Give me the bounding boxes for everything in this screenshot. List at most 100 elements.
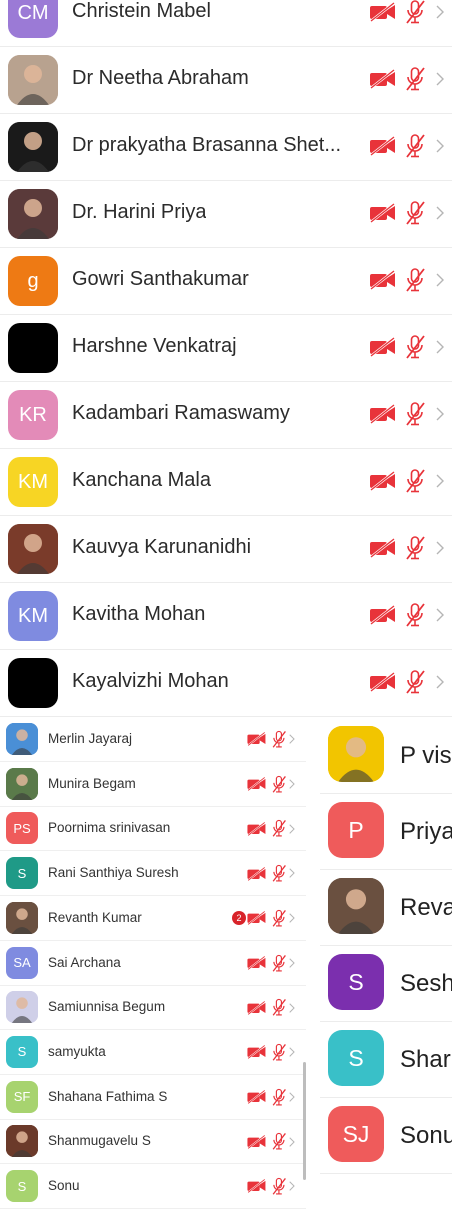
chevron-right-icon[interactable] — [436, 139, 444, 153]
participant-name: Gowri Santhakumar — [72, 268, 249, 290]
mic-off-icon[interactable] — [404, 535, 426, 561]
chevron-right-icon[interactable] — [436, 407, 444, 421]
video-off-icon[interactable] — [246, 776, 268, 792]
chevron-right-icon[interactable] — [436, 340, 444, 354]
participant-row[interactable]: Revanth Kumar 2 — [0, 897, 306, 941]
avatar-initials: SA — [13, 955, 31, 970]
participant-row[interactable]: KM Kavitha Mohan — [0, 583, 452, 650]
mic-off-icon[interactable] — [271, 730, 287, 749]
chevron-right-icon[interactable] — [289, 1136, 296, 1147]
mic-off-icon[interactable] — [271, 864, 287, 883]
participant-row[interactable]: Samiunnisa Begum — [0, 986, 306, 1031]
mic-off-icon[interactable] — [271, 775, 287, 794]
mic-off-icon[interactable] — [271, 1088, 287, 1107]
participant-row[interactable]: KM Kanchana Mala — [0, 449, 452, 516]
participant-row[interactable]: P Priya — [320, 794, 452, 870]
mic-off-icon[interactable] — [404, 66, 426, 92]
chevron-right-icon[interactable] — [436, 206, 444, 220]
chevron-right-icon[interactable] — [289, 958, 296, 968]
video-off-icon[interactable] — [246, 1044, 268, 1060]
video-off-icon[interactable] — [246, 821, 268, 837]
video-off-icon[interactable] — [368, 269, 398, 291]
mic-off-icon[interactable] — [404, 334, 426, 360]
video-off-icon[interactable] — [368, 135, 398, 157]
video-off-icon[interactable] — [246, 1000, 268, 1016]
mic-off-icon[interactable] — [271, 909, 287, 928]
participant-row[interactable]: Dr. Harini Priya — [0, 181, 452, 248]
mic-off-icon[interactable] — [404, 602, 426, 628]
participant-row[interactable]: Munira Begam — [0, 763, 306, 807]
mic-off-icon[interactable] — [271, 1132, 287, 1151]
video-off-icon[interactable] — [246, 1178, 268, 1194]
participant-row[interactable]: S Shar — [320, 1022, 452, 1098]
participant-row[interactable]: Harshne Venkatraj — [0, 315, 452, 382]
participant-name: Merlin Jayaraj — [48, 731, 133, 746]
chevron-right-icon[interactable] — [289, 824, 296, 834]
participant-row[interactable]: Reva — [320, 870, 452, 946]
mic-off-icon[interactable] — [271, 954, 287, 973]
chevron-right-icon[interactable] — [436, 541, 444, 555]
chevron-right-icon[interactable] — [436, 72, 444, 86]
chevron-right-icon[interactable] — [436, 273, 444, 287]
chevron-right-icon[interactable] — [289, 734, 296, 745]
avatar: S — [6, 857, 38, 890]
video-off-icon[interactable] — [246, 955, 268, 971]
video-off-icon[interactable] — [368, 1, 398, 23]
participant-row[interactable]: SF Shahana Fathima S — [0, 1076, 306, 1120]
mic-off-icon[interactable] — [404, 200, 426, 226]
video-off-icon[interactable] — [368, 403, 398, 425]
video-off-icon[interactable] — [368, 336, 398, 358]
chevron-right-icon[interactable] — [289, 1002, 296, 1013]
video-off-icon[interactable] — [368, 604, 398, 626]
mic-off-icon[interactable] — [271, 1043, 287, 1062]
chevron-right-icon[interactable] — [436, 608, 444, 622]
participant-row[interactable]: Dr Neetha Abraham — [0, 47, 452, 114]
participant-row[interactable]: P vis — [320, 718, 452, 794]
participant-row[interactable]: g Gowri Santhakumar — [0, 248, 452, 315]
chevron-right-icon[interactable] — [289, 1181, 296, 1192]
participant-row[interactable]: Kauvya Karunanidhi — [0, 516, 452, 583]
mic-off-icon[interactable] — [404, 468, 426, 494]
participant-row[interactable]: SJ Sonu — [320, 1098, 452, 1174]
participant-row[interactable]: S Rani Santhiya Suresh — [0, 852, 306, 897]
participant-row[interactable]: Merlin Jayaraj — [0, 718, 306, 762]
chat-badge: 2 — [232, 910, 246, 925]
video-off-icon[interactable] — [246, 910, 268, 926]
chevron-right-icon[interactable] — [289, 1092, 296, 1102]
video-off-icon[interactable] — [246, 1134, 268, 1150]
participant-row[interactable]: SA Sai Archana — [0, 942, 306, 986]
mic-off-icon[interactable] — [271, 998, 287, 1017]
participant-row[interactable]: Kayalvizhi Mohan — [0, 650, 452, 717]
video-off-icon[interactable] — [246, 1089, 268, 1105]
scrollbar[interactable] — [303, 1062, 306, 1180]
chevron-right-icon[interactable] — [289, 779, 296, 789]
avatar: SJ — [328, 1106, 384, 1162]
chevron-right-icon[interactable] — [436, 474, 444, 488]
mic-off-icon[interactable] — [404, 401, 426, 427]
participant-row[interactable]: Shanmugavelu S — [0, 1120, 306, 1165]
participant-row[interactable]: CM Christein Mabel — [0, 0, 452, 47]
mic-off-icon[interactable] — [404, 267, 426, 293]
mic-off-icon[interactable] — [404, 669, 426, 695]
video-off-icon[interactable] — [368, 537, 398, 559]
video-off-icon[interactable] — [246, 866, 268, 882]
video-off-icon[interactable] — [368, 68, 398, 90]
participant-row[interactable]: Ssamyukta — [0, 1031, 306, 1075]
chevron-right-icon[interactable] — [436, 675, 444, 689]
video-off-icon[interactable] — [368, 202, 398, 224]
mic-off-icon[interactable] — [404, 133, 426, 159]
chevron-right-icon[interactable] — [289, 913, 296, 923]
video-off-icon[interactable] — [368, 470, 398, 492]
mic-off-icon[interactable] — [404, 0, 426, 25]
chevron-right-icon[interactable] — [289, 868, 296, 879]
participant-row[interactable]: S Sonu — [0, 1165, 306, 1209]
chevron-right-icon[interactable] — [436, 5, 444, 19]
mic-off-icon[interactable] — [271, 819, 287, 838]
participant-row[interactable]: S Sesh — [320, 946, 452, 1022]
video-off-icon[interactable] — [246, 731, 268, 747]
participant-row[interactable]: Dr prakyatha Brasanna Shet... — [0, 114, 452, 181]
participant-row[interactable]: PS Poornima srinivasan — [0, 807, 306, 852]
participant-row[interactable]: KR Kadambari Ramaswamy — [0, 382, 452, 449]
video-off-icon[interactable] — [368, 671, 398, 693]
chevron-right-icon[interactable] — [289, 1047, 296, 1057]
